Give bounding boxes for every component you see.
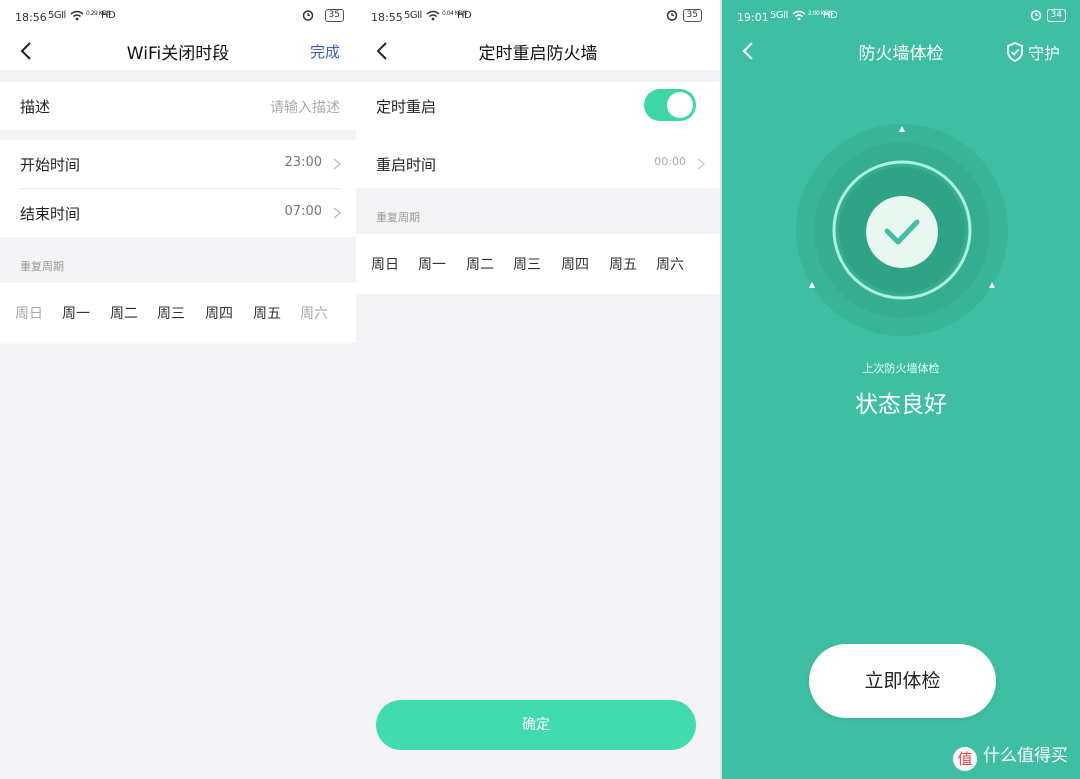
description-label: 描述 bbox=[20, 98, 51, 116]
alarm-icon bbox=[1030, 9, 1042, 24]
end-time-value: 07:00 bbox=[284, 204, 322, 219]
day-saturday[interactable]: 周六 bbox=[300, 303, 328, 323]
time-card: 开始时间 23:00 结束时间 07:00 bbox=[0, 140, 356, 237]
status-time: 18:55 bbox=[371, 11, 403, 24]
day-wednesday[interactable]: 周三 bbox=[513, 254, 541, 274]
wifi-icon bbox=[70, 10, 84, 24]
shield-check-icon bbox=[1007, 42, 1023, 63]
timed-restart-label: 定时重启 bbox=[376, 98, 437, 116]
status-text: 状态良好 bbox=[855, 392, 947, 418]
day-saturday[interactable]: 周六 bbox=[656, 254, 684, 274]
restart-time-value: 00:00 bbox=[654, 155, 686, 168]
chevron-right-icon bbox=[333, 207, 342, 219]
day-tuesday[interactable]: 周二 bbox=[110, 303, 138, 323]
status-time: 18:56 bbox=[15, 11, 47, 24]
status-time: 19:01 bbox=[737, 11, 769, 24]
net-type: HD bbox=[823, 10, 838, 21]
toggle-knob bbox=[667, 92, 693, 118]
nav-header: WiFi关闭时段 完成 bbox=[0, 36, 356, 70]
status-bar: 19:01 5GIl 2.00 KB/S HD 34 bbox=[722, 0, 1080, 36]
signal-icon: 5GIl bbox=[48, 10, 66, 21]
guard-button[interactable]: 守护 bbox=[1006, 40, 1060, 64]
guard-label: 守护 bbox=[1027, 44, 1060, 63]
net-type: HD bbox=[457, 10, 472, 21]
check-now-button[interactable]: 立即体检 bbox=[809, 644, 996, 718]
start-time-row[interactable]: 开始时间 23:00 bbox=[0, 140, 356, 188]
check-badge bbox=[866, 196, 938, 268]
status-bar: 18:55 5GIl 0.04 KB/S HD 35 bbox=[356, 0, 720, 36]
signal-icon: 5GIl bbox=[770, 10, 788, 21]
confirm-button[interactable]: 确定 bbox=[376, 700, 696, 750]
day-thursday[interactable]: 周四 bbox=[205, 303, 233, 323]
wifi-icon bbox=[792, 10, 806, 24]
weekday-selector: 周日 周一 周二 周三 周四 周五 周六 bbox=[0, 283, 356, 343]
watermark-text: 什么值得买 bbox=[983, 746, 1068, 766]
chevron-right-icon bbox=[697, 158, 706, 170]
day-monday[interactable]: 周一 bbox=[418, 254, 446, 274]
status-bar: 18:56 5GIl 0.29 KB/S HD 35 bbox=[0, 0, 356, 36]
description-row[interactable]: 描述 请输入描述 bbox=[0, 82, 356, 130]
done-button[interactable]: 完成 bbox=[310, 41, 340, 62]
day-wednesday[interactable]: 周三 bbox=[157, 303, 185, 323]
wifi-icon bbox=[426, 10, 440, 24]
weekday-selector: 周日 周一 周二 周三 周四 周五 周六 bbox=[356, 234, 720, 294]
end-time-row[interactable]: 结束时间 07:00 bbox=[0, 189, 356, 237]
nav-header: 防火墙体检 守护 bbox=[722, 36, 1080, 70]
alarm-icon bbox=[666, 9, 678, 24]
day-tuesday[interactable]: 周二 bbox=[466, 254, 494, 274]
battery-indicator: 35 bbox=[324, 9, 344, 22]
page-title: 定时重启防火墙 bbox=[478, 44, 598, 64]
day-monday[interactable]: 周一 bbox=[62, 303, 90, 323]
repeat-section-label: 重复周期 bbox=[376, 211, 420, 224]
wifi-off-schedule-screen: 18:56 5GIl 0.29 KB/S HD 35 WiFi关闭时段 完成 描… bbox=[0, 0, 356, 779]
firewall-status-graphic bbox=[796, 124, 1008, 336]
day-friday[interactable]: 周五 bbox=[609, 254, 637, 274]
start-time-label: 开始时间 bbox=[20, 156, 81, 174]
restart-time-label: 重启时间 bbox=[376, 156, 437, 174]
battery-indicator: 34 bbox=[1046, 9, 1066, 22]
alarm-icon bbox=[302, 9, 314, 24]
chevron-right-icon bbox=[333, 158, 342, 170]
start-time-value: 23:00 bbox=[284, 155, 322, 170]
day-sunday[interactable]: 周日 bbox=[371, 254, 399, 274]
page-title: WiFi关闭时段 bbox=[126, 44, 230, 64]
net-type: HD bbox=[101, 10, 116, 21]
battery-indicator: 35 bbox=[682, 9, 702, 22]
repeat-section-label: 重复周期 bbox=[20, 260, 64, 273]
timed-restart-row: 定时重启 bbox=[356, 82, 720, 130]
description-input[interactable]: 请输入描述 bbox=[270, 97, 340, 117]
day-sunday[interactable]: 周日 bbox=[15, 303, 43, 323]
description-card: 描述 请输入描述 bbox=[0, 82, 356, 130]
day-friday[interactable]: 周五 bbox=[253, 303, 281, 323]
firewall-restart-schedule-screen: 18:55 5GIl 0.04 KB/S HD 35 定时重启防火墙 定时重启 … bbox=[356, 0, 720, 779]
watermark: 值什么值得买 bbox=[953, 741, 1068, 771]
end-time-label: 结束时间 bbox=[20, 205, 81, 223]
watermark-logo-icon: 值 bbox=[953, 747, 977, 771]
restart-time-row[interactable]: 重启时间 00:00 bbox=[356, 140, 720, 188]
last-check-label: 上次防火墙体检 bbox=[862, 362, 940, 375]
restart-settings-card: 定时重启 重启时间 00:00 bbox=[356, 82, 720, 188]
signal-icon: 5GIl bbox=[404, 10, 422, 21]
nav-header: 定时重启防火墙 bbox=[356, 36, 720, 70]
timed-restart-toggle[interactable] bbox=[644, 89, 696, 121]
firewall-checkup-screen: 19:01 5GIl 2.00 KB/S HD 34 防火墙体检 守护 上次防火… bbox=[720, 0, 1080, 779]
day-thursday[interactable]: 周四 bbox=[561, 254, 589, 274]
